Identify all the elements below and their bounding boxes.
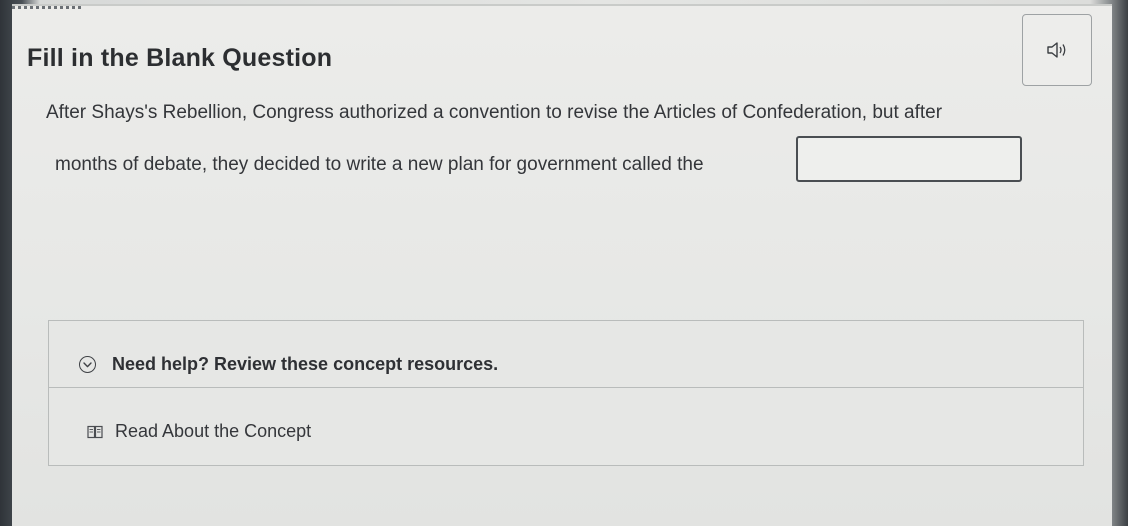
help-resources-panel: Need help? Review these concept resource…: [48, 320, 1084, 466]
fill-in-blank-input[interactable]: [796, 136, 1022, 182]
question-text-line-2: months of debate, they decided to write …: [55, 154, 704, 175]
resource-label: Read About the Concept: [115, 421, 312, 441]
top-edge-decoration: [12, 6, 82, 9]
help-toggle[interactable]: Need help? Review these concept resource…: [49, 321, 1083, 388]
question-title: Fill in the Blank Question: [27, 44, 333, 72]
question-text-line-1: After Shays's Rebellion, Congress author…: [46, 102, 943, 123]
chevron-down-circle-icon[interactable]: [79, 356, 96, 373]
read-aloud-button[interactable]: [1022, 14, 1092, 86]
question-page: Fill in the Blank Question After Shays's…: [12, 4, 1112, 526]
read-about-concept-link[interactable]: Read About the Concept: [87, 421, 311, 442]
speaker-icon: [1047, 42, 1066, 58]
help-label: Need help? Review these concept resource…: [112, 354, 499, 374]
book-icon: [87, 425, 103, 438]
